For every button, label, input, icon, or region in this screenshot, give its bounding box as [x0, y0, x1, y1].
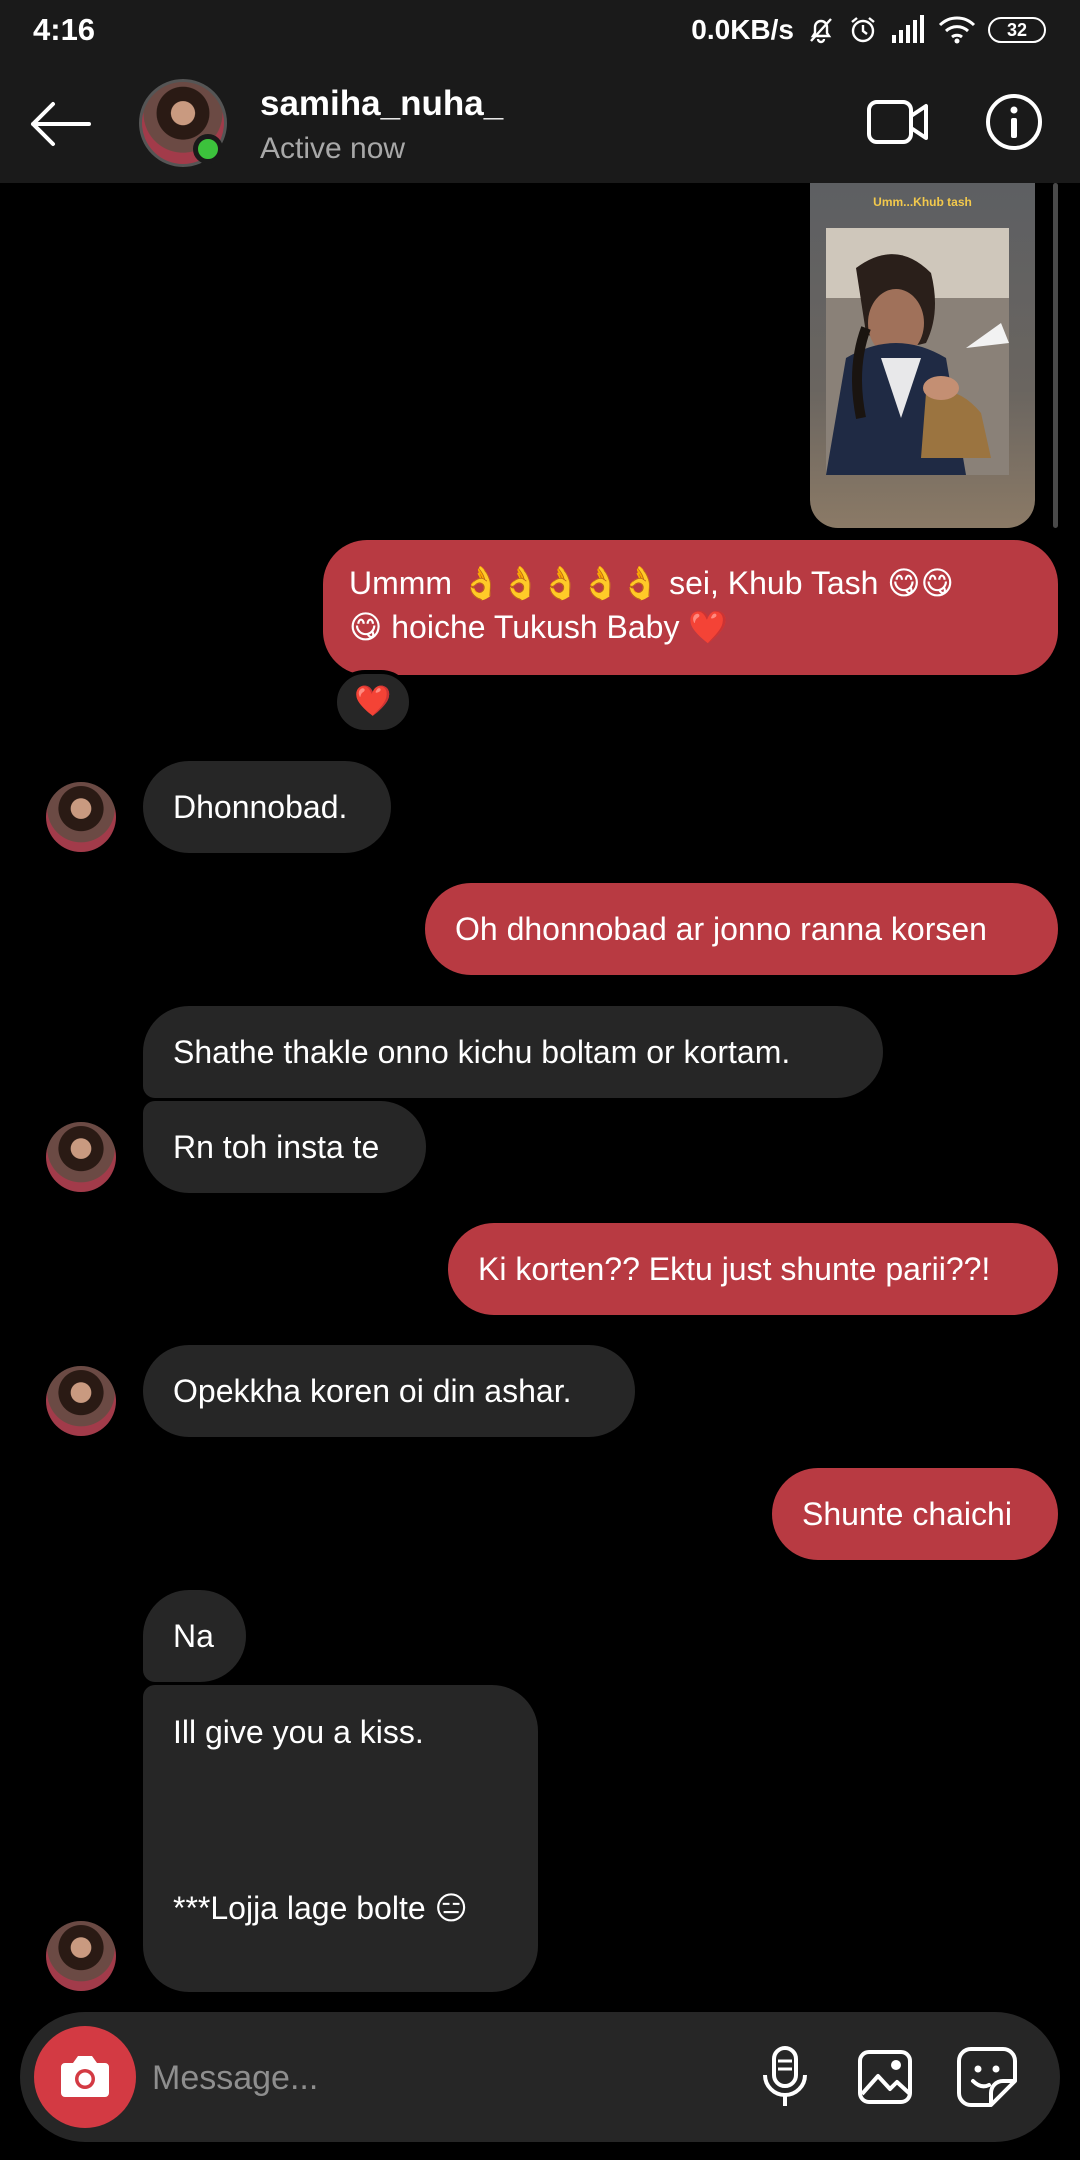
sender-avatar[interactable]	[46, 1921, 116, 1991]
scrollbar[interactable]	[1053, 183, 1058, 528]
image-gallery-icon	[858, 2050, 912, 2104]
outgoing-message[interactable]: Ummm 👌👌👌👌👌 sei, Khub Tash 😋😋 😋 hoiche Tu…	[323, 540, 1058, 675]
sender-avatar[interactable]	[46, 1366, 116, 1436]
story-reply-card[interactable]: Umm...Khub tash	[810, 183, 1035, 528]
message-thread[interactable]: Umm...Khub tash Ummm 👌👌👌👌👌 sei, Khub Tas…	[0, 183, 1080, 2010]
gallery-button[interactable]	[850, 2042, 920, 2112]
outgoing-message[interactable]: Oh dhonnobad ar jonno ranna korsen	[425, 883, 1058, 975]
story-caption: Umm...Khub tash	[873, 195, 972, 209]
story-photo	[826, 228, 1009, 475]
sticker-icon	[957, 2047, 1017, 2107]
incoming-message[interactable]: Dhonnobad.	[143, 761, 391, 853]
back-arrow-icon	[31, 102, 91, 146]
microphone-icon	[763, 2046, 807, 2106]
sender-avatar[interactable]	[46, 782, 116, 852]
network-speed: 0.0KB/s	[691, 14, 794, 45]
sender-avatar[interactable]	[46, 1122, 116, 1192]
incoming-message[interactable]: Rn toh insta te	[143, 1101, 426, 1193]
status-icons: 0.0KB/s 32	[691, 10, 1046, 50]
info-icon	[986, 94, 1042, 150]
contact-status: Active now	[260, 132, 406, 165]
heart-reaction-icon: ❤️	[354, 685, 392, 718]
contact-username[interactable]: samiha_nuha_	[260, 84, 503, 124]
online-indicator	[193, 134, 223, 164]
sticker-button[interactable]	[950, 2040, 1024, 2114]
chat-header: samiha_nuha_ Active now	[0, 62, 1080, 183]
status-bar: 4:16 0.0KB/s 32	[0, 0, 1080, 62]
mute-notifications-icon	[806, 15, 836, 45]
signal-icon	[890, 15, 926, 45]
incoming-message[interactable]: Shathe thakle onno kichu boltam or korta…	[143, 1006, 883, 1098]
camera-icon	[61, 2056, 109, 2097]
message-input[interactable]	[150, 2042, 714, 2114]
incoming-message[interactable]: Ill give you a kiss. ***Lojja lage bolte…	[143, 1685, 538, 1992]
status-time: 4:16	[33, 12, 96, 47]
video-call-button[interactable]	[862, 92, 934, 152]
outgoing-message[interactable]: Ki korten?? Ektu just shunte parii??!	[448, 1223, 1058, 1315]
incoming-message[interactable]: Na	[143, 1590, 246, 1682]
outgoing-message[interactable]: Shunte chaichi	[772, 1468, 1058, 1560]
back-button[interactable]	[24, 88, 96, 160]
message-composer	[20, 2012, 1060, 2142]
voice-message-button[interactable]	[750, 2042, 820, 2112]
video-camera-icon	[867, 100, 928, 144]
battery-indicator: 32	[988, 17, 1046, 43]
wifi-icon	[938, 15, 976, 45]
camera-button[interactable]	[34, 2026, 136, 2128]
alarm-icon	[848, 15, 878, 45]
info-button[interactable]	[982, 90, 1046, 154]
incoming-message[interactable]: Opekkha koren oi din ashar.	[143, 1345, 635, 1437]
message-reaction[interactable]: ❤️	[333, 670, 413, 734]
